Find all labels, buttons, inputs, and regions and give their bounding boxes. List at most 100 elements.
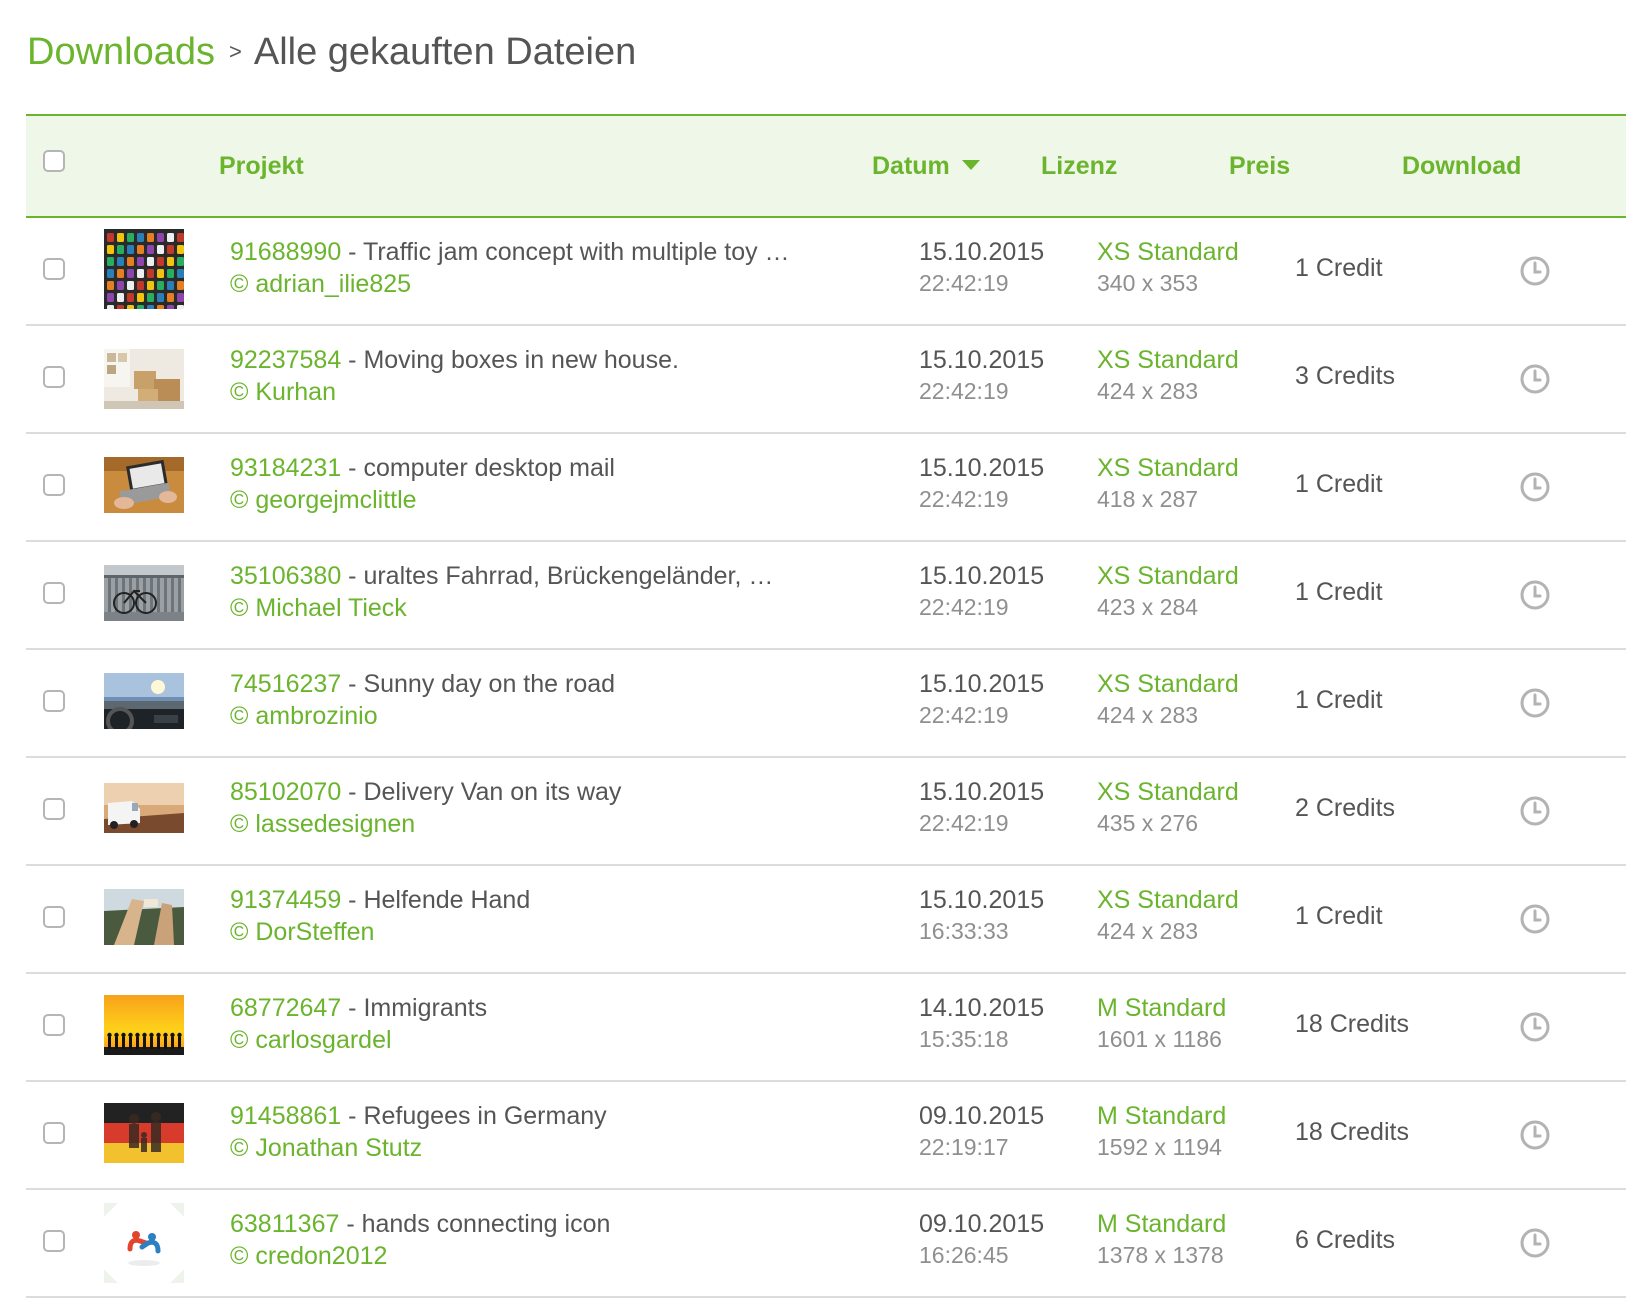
column-header-download[interactable]: Download [1402, 116, 1521, 216]
clock-icon[interactable] [1519, 903, 1551, 935]
thumbnail-image[interactable] [104, 995, 184, 1055]
clock-icon[interactable] [1519, 471, 1551, 503]
thumbnail-image[interactable] [104, 229, 184, 309]
clock-icon[interactable] [1519, 363, 1551, 395]
select-all-checkbox[interactable] [43, 150, 65, 172]
clock-icon[interactable] [1519, 1011, 1551, 1043]
clock-icon[interactable] [1519, 795, 1551, 827]
thumbnail-image[interactable] [104, 889, 184, 945]
author-link[interactable]: © carlosgardel [230, 1026, 392, 1055]
image-dimensions: 1601 x 1186 [1097, 1026, 1222, 1052]
file-description: - Immigrants [341, 994, 488, 1022]
purchase-time: 22:42:19 [919, 378, 1009, 404]
thumbnail-image[interactable] [104, 1103, 184, 1163]
image-dimensions: 423 x 284 [1097, 594, 1199, 620]
caret-down-icon [961, 160, 980, 171]
file-id-link[interactable]: 91688990 [230, 238, 341, 266]
breadcrumb-downloads-link[interactable]: Downloads [27, 31, 215, 73]
file-id-link[interactable]: 91458861 [230, 1102, 341, 1130]
license-type: XS Standard [1097, 886, 1239, 914]
row-checkbox[interactable] [43, 798, 65, 820]
price: 1 Credit [1295, 578, 1383, 606]
clock-icon[interactable] [1519, 255, 1551, 287]
table-row: 35106380 - uraltes Fahrrad, Brückengelän… [26, 542, 1626, 650]
breadcrumb: Downloads > Alle gekauften Dateien [27, 28, 636, 81]
license-type: M Standard [1097, 1210, 1227, 1238]
row-checkbox[interactable] [43, 474, 65, 496]
price: 1 Credit [1295, 254, 1383, 282]
row-checkbox[interactable] [43, 690, 65, 712]
clock-icon[interactable] [1519, 687, 1551, 719]
price: 1 Credit [1295, 470, 1383, 498]
image-dimensions: 340 x 353 [1097, 270, 1199, 296]
downloads-table: Projekt Datum Lizenz Preis Download 9168… [26, 114, 1626, 1298]
license-type: M Standard [1097, 994, 1227, 1022]
image-dimensions: 1592 x 1194 [1097, 1134, 1222, 1160]
file-id-link[interactable]: 91374459 [230, 886, 341, 914]
author-link[interactable]: © Michael Tieck [230, 594, 407, 623]
project-title: 91688990 - Traffic jam concept with mult… [230, 238, 790, 267]
thumbnail-image[interactable] [104, 673, 184, 729]
thumbnail-image[interactable] [104, 783, 184, 833]
table-row: 91458861 - Refugees in Germany © Jonathan… [26, 1082, 1626, 1190]
purchase-date: 15.10.2015 [919, 238, 1045, 266]
author-link[interactable]: © credon2012 [230, 1242, 387, 1271]
row-checkbox[interactable] [43, 1122, 65, 1144]
column-header-price[interactable]: Preis [1229, 116, 1290, 216]
author-link[interactable]: © georgejmclittle [230, 486, 417, 515]
table-body: 91688990 - Traffic jam concept with mult… [26, 218, 1626, 1298]
purchase-date: 15.10.2015 [919, 778, 1045, 806]
author-link[interactable]: © adrian_ilie825 [230, 270, 411, 299]
clock-icon[interactable] [1519, 1227, 1551, 1259]
table-row: 68772647 - Immigrants © carlosgardel 14.10… [26, 974, 1626, 1082]
purchase-time: 22:42:19 [919, 270, 1009, 296]
image-dimensions: 435 x 276 [1097, 810, 1199, 836]
price: 1 Credit [1295, 902, 1383, 930]
purchase-date: 15.10.2015 [919, 454, 1045, 482]
purchase-date: 15.10.2015 [919, 346, 1045, 374]
file-description: - computer desktop mail [341, 454, 615, 482]
file-id-link[interactable]: 85102070 [230, 778, 341, 806]
price: 1 Credit [1295, 686, 1383, 714]
file-id-link[interactable]: 74516237 [230, 670, 341, 698]
author-link[interactable]: © lassedesignen [230, 810, 415, 839]
thumbnail-image[interactable] [104, 349, 184, 409]
project-title: 74516237 - Sunny day on the road [230, 670, 615, 699]
row-checkbox[interactable] [43, 1230, 65, 1252]
clock-icon[interactable] [1519, 1119, 1551, 1151]
file-id-link[interactable]: 93184231 [230, 454, 341, 482]
project-title: 91458861 - Refugees in Germany [230, 1102, 607, 1131]
column-header-project[interactable]: Projekt [219, 116, 304, 216]
thumbnail-image[interactable] [104, 1203, 184, 1283]
purchase-date: 09.10.2015 [919, 1210, 1045, 1238]
file-description: - Moving boxes in new house. [341, 346, 679, 374]
row-checkbox[interactable] [43, 258, 65, 280]
license-type: XS Standard [1097, 562, 1239, 590]
row-checkbox[interactable] [43, 366, 65, 388]
row-checkbox[interactable] [43, 582, 65, 604]
file-id-link[interactable]: 68772647 [230, 994, 341, 1022]
author-link[interactable]: © DorSteffen [230, 918, 374, 947]
table-row: 63811367 - hands connecting icon © credon… [26, 1190, 1626, 1298]
license-type: M Standard [1097, 1102, 1227, 1130]
project-title: 68772647 - Immigrants [230, 994, 487, 1023]
page-title: Alle gekauften Dateien [253, 31, 637, 73]
file-id-link[interactable]: 35106380 [230, 562, 341, 590]
clock-icon[interactable] [1519, 579, 1551, 611]
file-id-link[interactable]: 92237584 [230, 346, 341, 374]
file-description: - Refugees in Germany [341, 1102, 607, 1130]
row-checkbox[interactable] [43, 906, 65, 928]
author-link[interactable]: © Jonathan Stutz [230, 1134, 422, 1163]
purchase-date: 15.10.2015 [919, 886, 1045, 914]
author-link[interactable]: © ambrozinio [230, 702, 378, 731]
column-header-license[interactable]: Lizenz [1041, 116, 1117, 216]
thumbnail-image[interactable] [104, 565, 184, 621]
author-link[interactable]: © Kurhan [230, 378, 336, 407]
file-id-link[interactable]: 63811367 [230, 1210, 339, 1238]
thumbnail-image[interactable] [104, 457, 184, 513]
file-description: - uraltes Fahrrad, Brückengeländer, … [341, 562, 774, 590]
image-dimensions: 1378 x 1378 [1097, 1242, 1224, 1268]
purchase-time: 15:35:18 [919, 1026, 1009, 1052]
row-checkbox[interactable] [43, 1014, 65, 1036]
column-header-date[interactable]: Datum [872, 116, 980, 216]
